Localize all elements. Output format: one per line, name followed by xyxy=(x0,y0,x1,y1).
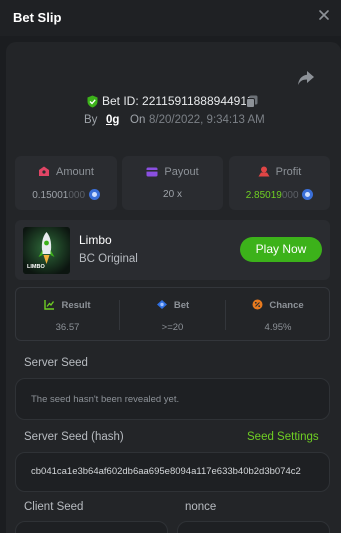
header: Bet Slip xyxy=(0,0,341,36)
share-icon[interactable] xyxy=(297,70,315,86)
profit-header: Profit xyxy=(229,166,330,178)
copy-icon[interactable] xyxy=(246,95,258,108)
server-seed-label: Server Seed xyxy=(24,357,88,369)
server-seed-hash-field[interactable]: cb041ca1e3b64af602db6aa695e8094a117e633b… xyxy=(15,452,330,492)
bet-id-text: Bet ID: 2211591188894491​8 xyxy=(102,94,254,108)
bet-date: 8/20/2022, 9:34:13 AM xyxy=(149,114,265,126)
percent-icon xyxy=(252,299,263,310)
bet-target-icon xyxy=(156,300,167,309)
amount-header: Amount xyxy=(15,166,117,178)
result-value: 36.57 xyxy=(55,322,80,333)
amount-value-main: 0.15001 xyxy=(32,190,69,201)
profit-label: Profit xyxy=(275,166,302,178)
bet-byline: By 0g On 8/20/2022, 9:34:13 AM xyxy=(0,113,341,129)
bet-value: >=20 xyxy=(161,322,184,333)
result-cell: Result 36.57 xyxy=(16,288,119,340)
profit-value-dim: 000 xyxy=(281,190,299,201)
result-header: Result xyxy=(16,299,119,311)
server-seed-value: The seed hasn't been revealed yet. xyxy=(31,394,180,405)
profit-value-main: 2.85019 xyxy=(245,190,282,201)
amount-value-dim: 000 xyxy=(68,190,86,201)
payout-value: 20 x xyxy=(163,189,182,200)
profit-card: Profit 2.85019000 xyxy=(229,156,330,210)
bet-cell: Bet >=20 xyxy=(120,288,225,340)
bet-label: Bet xyxy=(173,300,190,311)
payout-label: Payout xyxy=(164,166,199,178)
server-seed-field[interactable]: The seed hasn't been revealed yet. xyxy=(15,378,330,420)
chance-cell: Chance 4.95% xyxy=(226,288,330,340)
ticket-icon xyxy=(39,166,50,176)
profit-icon xyxy=(258,166,270,177)
bet-id-row: Bet ID: 2211591188894491​8 xyxy=(0,94,341,110)
client-seed-label: Client Seed xyxy=(24,501,84,513)
profit-value: 2.85019000 xyxy=(229,189,330,201)
payout-card: Payout 20 x xyxy=(122,156,223,210)
page-title: Bet Slip xyxy=(13,10,62,25)
payout-header: Payout xyxy=(122,166,223,178)
shield-check-icon xyxy=(87,95,98,108)
chance-header: Chance xyxy=(226,299,330,311)
seed-settings-link[interactable]: Seed Settings xyxy=(247,431,319,443)
game-thumbnail[interactable]: LIMBO xyxy=(23,227,70,274)
close-icon[interactable] xyxy=(317,8,331,22)
on-label: On xyxy=(130,114,146,126)
game-thumbnail-text: LIMBO xyxy=(27,264,45,270)
chance-value: 4.95% xyxy=(264,322,292,333)
server-seed-hash-value: cb041ca1e3b64af602db6aa695e8094a117e633b… xyxy=(31,466,301,477)
client-seed-field[interactable] xyxy=(15,521,168,533)
amount-card: Amount 0.15001000 xyxy=(15,156,117,210)
server-seed-hash-label: Server Seed (hash) xyxy=(24,431,124,443)
by-label: By xyxy=(84,114,98,126)
bet-header: Bet xyxy=(120,299,225,311)
result-label: Result xyxy=(61,300,91,311)
result-chart-icon xyxy=(44,300,55,310)
game-provider: BC Original xyxy=(79,253,138,265)
nonce-field[interactable] xyxy=(177,521,330,533)
chance-label: Chance xyxy=(269,300,304,311)
wallet-icon xyxy=(146,167,158,177)
game-name: Limbo xyxy=(79,233,112,247)
play-now-button[interactable]: Play Now xyxy=(240,237,322,262)
game-card: LIMBO Limbo BC Original Play Now xyxy=(15,220,330,280)
results-panel: Result 36.57 Bet >=20 Chance 4.95% xyxy=(15,287,330,341)
nonce-label: nonce xyxy=(185,501,217,513)
coin-icon xyxy=(302,189,314,200)
coin-icon xyxy=(88,189,100,200)
amount-label: Amount xyxy=(56,166,94,178)
bettor-username-link[interactable]: 0g xyxy=(106,114,119,126)
amount-value: 0.15001000 xyxy=(15,189,117,201)
